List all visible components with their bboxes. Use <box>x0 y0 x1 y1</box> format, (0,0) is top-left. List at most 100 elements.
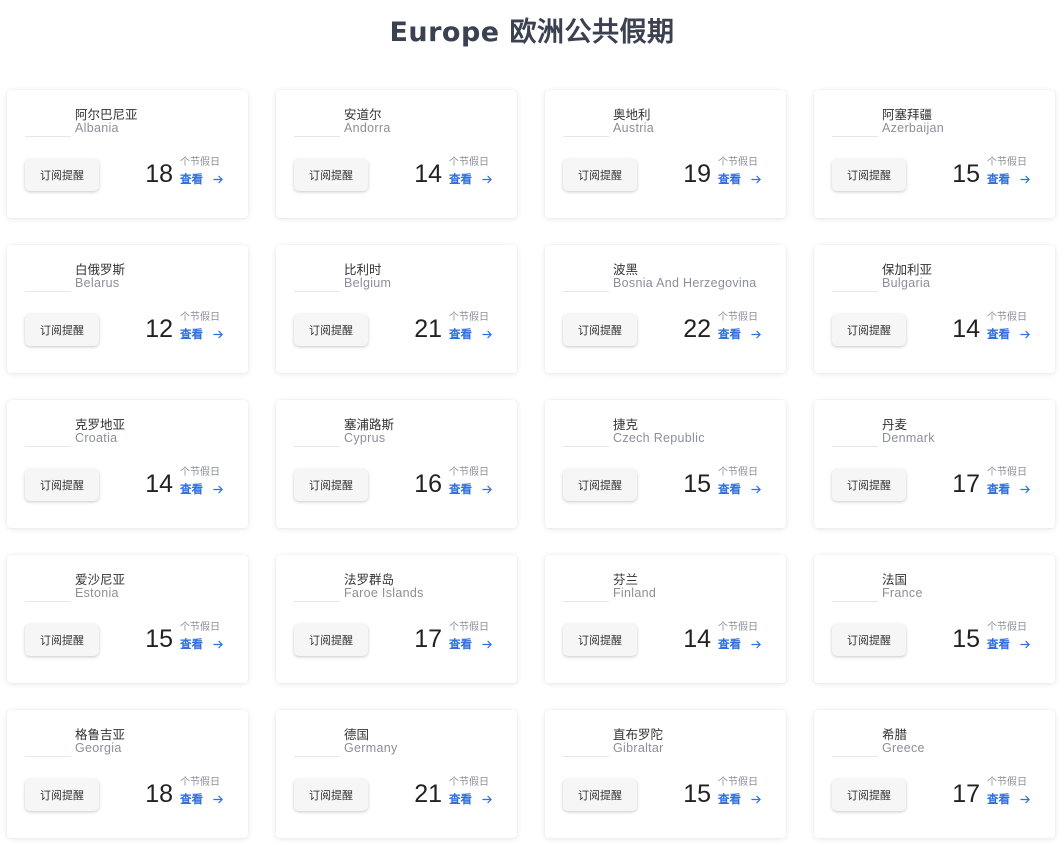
country-name-en: Faroe Islands <box>344 586 424 600</box>
country-card: 奥地利 Austria 订阅提醒 19 个节假日 查看 <box>545 90 786 218</box>
view-link-label: 查看 <box>718 172 741 186</box>
holiday-count-label: 个节假日 <box>718 622 758 633</box>
subscribe-button[interactable]: 订阅提醒 <box>294 779 368 811</box>
country-name-en: Bosnia And Herzegovina <box>613 276 757 290</box>
view-link[interactable]: 查看 <box>987 791 1031 807</box>
holiday-count: 22 <box>683 315 711 343</box>
holiday-count: 17 <box>952 470 980 498</box>
view-link[interactable]: 查看 <box>449 171 493 187</box>
country-name-en: Belarus <box>75 276 120 290</box>
subscribe-button[interactable]: 订阅提醒 <box>563 314 637 346</box>
subscribe-button[interactable]: 订阅提醒 <box>25 159 99 191</box>
holiday-count-label: 个节假日 <box>449 467 489 478</box>
view-link-label: 查看 <box>449 327 472 341</box>
holiday-count-label: 个节假日 <box>718 312 758 323</box>
country-name-en: Greece <box>882 741 925 755</box>
holiday-count: 21 <box>414 780 442 808</box>
view-link[interactable]: 查看 <box>987 481 1031 497</box>
country-flag <box>832 730 878 757</box>
view-link[interactable]: 查看 <box>180 326 224 342</box>
subscribe-button[interactable]: 订阅提醒 <box>563 159 637 191</box>
subscribe-button[interactable]: 订阅提醒 <box>832 159 906 191</box>
view-link[interactable]: 查看 <box>718 481 762 497</box>
subscribe-button[interactable]: 订阅提醒 <box>563 624 637 656</box>
holiday-count-label: 个节假日 <box>449 157 489 168</box>
subscribe-button[interactable]: 订阅提醒 <box>294 314 368 346</box>
subscribe-button[interactable]: 订阅提醒 <box>25 469 99 501</box>
country-name-en: Austria <box>613 121 655 135</box>
arrow-right-icon <box>213 795 223 803</box>
country-name-en: France <box>882 586 923 600</box>
view-link[interactable]: 查看 <box>449 481 493 497</box>
holiday-count: 18 <box>145 160 173 188</box>
view-link-label: 查看 <box>987 172 1010 186</box>
view-link[interactable]: 查看 <box>987 326 1031 342</box>
arrow-right-icon <box>1020 795 1030 803</box>
arrow-right-icon <box>751 175 761 183</box>
country-name-en: Finland <box>613 586 657 600</box>
subscribe-button[interactable]: 订阅提醒 <box>25 624 99 656</box>
holiday-count: 14 <box>414 160 442 188</box>
holiday-count: 14 <box>683 625 711 653</box>
country-name-en: Denmark <box>882 431 935 445</box>
view-link[interactable]: 查看 <box>180 636 224 652</box>
country-flag <box>832 265 878 292</box>
country-name-en: Estonia <box>75 586 119 600</box>
view-link[interactable]: 查看 <box>180 481 224 497</box>
subscribe-button[interactable]: 订阅提醒 <box>563 779 637 811</box>
arrow-right-icon <box>482 175 492 183</box>
country-name-en: Belgium <box>344 276 392 290</box>
view-link[interactable]: 查看 <box>449 636 493 652</box>
subscribe-button[interactable]: 订阅提醒 <box>294 159 368 191</box>
country-flag <box>294 265 340 292</box>
arrow-right-icon <box>751 485 761 493</box>
view-link[interactable]: 查看 <box>180 171 224 187</box>
holiday-count: 17 <box>414 625 442 653</box>
country-flag <box>832 575 878 602</box>
country-card: 爱沙尼亚 Estonia 订阅提醒 15 个节假日 查看 <box>7 555 248 683</box>
view-link[interactable]: 查看 <box>180 791 224 807</box>
subscribe-button[interactable]: 订阅提醒 <box>25 779 99 811</box>
view-link[interactable]: 查看 <box>449 326 493 342</box>
view-link[interactable]: 查看 <box>718 326 762 342</box>
subscribe-button[interactable]: 订阅提醒 <box>294 469 368 501</box>
holiday-count-label: 个节假日 <box>987 312 1027 323</box>
holiday-count-label: 个节假日 <box>718 467 758 478</box>
view-link-label: 查看 <box>449 482 472 496</box>
view-link-label: 查看 <box>987 482 1010 496</box>
country-card: 芬兰 Finland 订阅提醒 14 个节假日 查看 <box>545 555 786 683</box>
view-link[interactable]: 查看 <box>718 636 762 652</box>
country-card: 克罗地亚 Croatia 订阅提醒 14 个节假日 查看 <box>7 400 248 528</box>
holiday-count: 15 <box>952 625 980 653</box>
view-link[interactable]: 查看 <box>718 171 762 187</box>
country-name-en: Andorra <box>344 121 391 135</box>
page-title: Europe 欧洲公共假期 <box>389 17 675 48</box>
subscribe-button[interactable]: 订阅提醒 <box>25 314 99 346</box>
view-link[interactable]: 查看 <box>449 791 493 807</box>
subscribe-button[interactable]: 订阅提醒 <box>832 779 906 811</box>
country-name-en: Czech Republic <box>613 431 705 445</box>
holiday-count-label: 个节假日 <box>449 777 489 788</box>
country-name-en: Azerbaijan <box>882 121 945 135</box>
country-card: 塞浦路斯 Cyprus 订阅提醒 16 个节假日 查看 <box>276 400 517 528</box>
country-card: 德国 Germany 订阅提醒 21 个节假日 查看 <box>276 710 517 838</box>
subscribe-button[interactable]: 订阅提醒 <box>294 624 368 656</box>
holiday-count: 15 <box>952 160 980 188</box>
holiday-count: 19 <box>683 160 711 188</box>
subscribe-button[interactable]: 订阅提醒 <box>832 469 906 501</box>
subscribe-button[interactable]: 订阅提醒 <box>832 624 906 656</box>
country-card: 波黑 Bosnia And Herzegovina 订阅提醒 22 个节假日 查… <box>545 245 786 373</box>
subscribe-button[interactable]: 订阅提醒 <box>563 469 637 501</box>
view-link[interactable]: 查看 <box>718 791 762 807</box>
holiday-count-label: 个节假日 <box>180 622 220 633</box>
view-link-label: 查看 <box>449 172 472 186</box>
holiday-count-label: 个节假日 <box>180 467 220 478</box>
subscribe-button[interactable]: 订阅提醒 <box>832 314 906 346</box>
country-flag <box>25 420 71 447</box>
view-link[interactable]: 查看 <box>987 636 1031 652</box>
view-link-label: 查看 <box>180 637 203 651</box>
country-flag <box>25 575 71 602</box>
country-flag <box>563 575 609 602</box>
view-link[interactable]: 查看 <box>987 171 1031 187</box>
arrow-right-icon <box>482 795 492 803</box>
